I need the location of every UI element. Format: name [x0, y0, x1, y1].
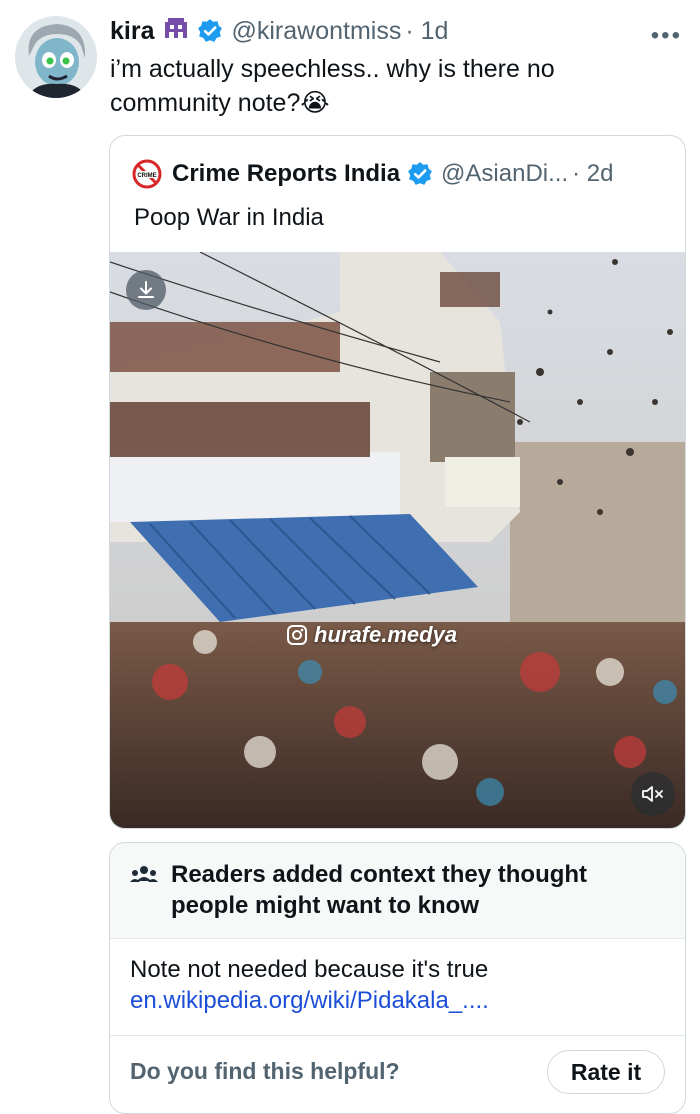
community-note: Readers added context they thought peopl…: [109, 842, 686, 1114]
quoted-author-name[interactable]: Crime Reports India: [172, 160, 400, 188]
mute-button[interactable]: [631, 772, 675, 816]
quoted-tweet-text: Poop War in India: [134, 204, 324, 231]
video-frame: [110, 252, 685, 828]
community-note-body: Note not needed because it's true en.wik…: [130, 954, 670, 1016]
quoted-author-handle[interactable]: @AsianDi...: [441, 160, 568, 188]
quoted-tweet-header: CRIME Crime Reports India @AsianDi... · …: [132, 158, 675, 190]
alien-emoji-icon: [162, 16, 190, 47]
verified-badge-icon: [198, 19, 223, 42]
tweet-header: kira @kirawontmiss · 1d: [110, 12, 680, 50]
video-player[interactable]: hurafe.medya: [110, 252, 685, 828]
tweet-text: i’m actually speechless.. why is there n…: [110, 55, 555, 117]
avatar[interactable]: [15, 16, 97, 98]
more-options-button[interactable]: •••: [651, 22, 682, 50]
community-note-header: Readers added context they thought peopl…: [110, 843, 685, 939]
quoted-tweet[interactable]: CRIME Crime Reports India @AsianDi... · …: [109, 135, 686, 829]
people-icon: [130, 866, 158, 882]
download-icon: [138, 281, 154, 298]
watermark-text: hurafe.medya: [314, 622, 458, 647]
helpful-question: Do you find this helpful?: [130, 1058, 400, 1084]
community-note-title: Readers added context they thought peopl…: [171, 861, 588, 919]
video-watermark: hurafe.medya: [286, 622, 457, 648]
author-handle[interactable]: @kirawontmiss: [231, 17, 401, 46]
rate-it-button[interactable]: Rate it: [547, 1050, 665, 1094]
tweet-time[interactable]: · 1d: [405, 17, 448, 46]
note-source-link[interactable]: en.wikipedia.org/wiki/Pidakala_....: [130, 985, 670, 1016]
verified-badge-icon: [408, 162, 432, 185]
download-button[interactable]: [126, 270, 166, 310]
muted-speaker-icon: [642, 786, 663, 802]
quoted-time[interactable]: · 2d: [572, 160, 613, 188]
crime-reports-logo: CRIME: [132, 159, 162, 189]
note-text: Note not needed because it's true: [130, 956, 489, 983]
author-name[interactable]: kira: [110, 17, 154, 46]
divider: [110, 1035, 685, 1036]
avatar-image: [15, 16, 97, 98]
instagram-icon: [287, 625, 307, 645]
logo-text: CRIME: [137, 173, 156, 179]
